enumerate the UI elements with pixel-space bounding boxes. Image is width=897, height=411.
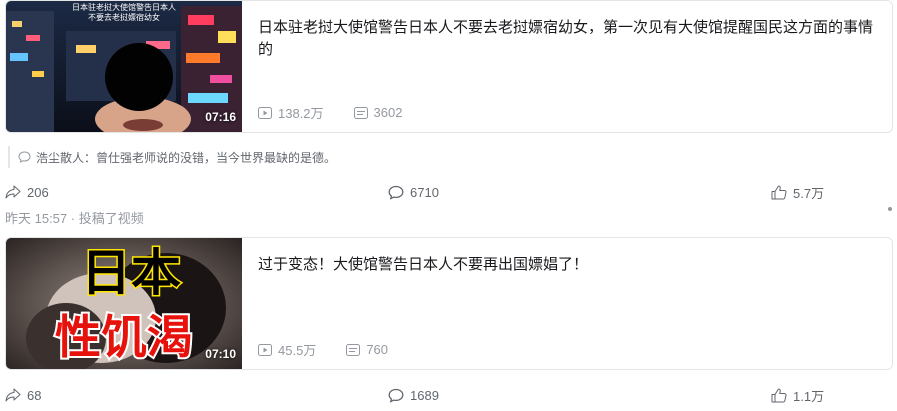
- video-stats: 138.2万 3602: [258, 103, 432, 122]
- thumbs-up-icon: [771, 388, 787, 402]
- post-action: 投稿了视频: [78, 211, 144, 226]
- video-thumbnail-1[interactable]: 日本驻老挝大使馆警告日本人 不要去老挝嫖宿幼女 07:16: [6, 1, 242, 132]
- danmaku-count-value: 760: [366, 342, 389, 357]
- forward-icon: [5, 388, 21, 402]
- comment-button[interactable]: 6710: [388, 182, 439, 202]
- play-count-icon: [258, 106, 272, 119]
- play-count-icon: [258, 343, 272, 356]
- like-count: 5.7万: [793, 185, 825, 201]
- video-duration: 07:16: [205, 110, 236, 124]
- danmaku-count: 3602: [353, 105, 403, 120]
- comment-author[interactable]: 浩尘散人：: [36, 149, 96, 166]
- danmaku-icon: [346, 343, 361, 356]
- thumbs-up-icon: [771, 185, 787, 199]
- video-thumbnail-2[interactable]: 日本 性饥渴 07:10: [6, 238, 242, 369]
- forward-icon: [5, 185, 21, 199]
- video-card-1[interactable]: 日本驻老挝大使馆警告日本人 不要去老挝嫖宿幼女 07:16 日本驻老挝大使馆警告…: [5, 0, 893, 133]
- more-dot[interactable]: [888, 207, 892, 211]
- thumb-overlay-text-1: 日本驻老挝大使馆警告日本人: [72, 2, 176, 12]
- thumb-big-text-2: 性饥渴: [55, 311, 193, 363]
- comment-button[interactable]: 1689: [388, 385, 439, 405]
- hot-comment[interactable]: 浩尘散人： 曾仕强老师说的没错，当今世界最缺的是德。: [8, 146, 888, 168]
- comment-icon: [388, 185, 404, 200]
- video-title[interactable]: 过于变态！大使馆警告日本人不要再出国嫖娼了！: [258, 254, 878, 276]
- thumb-overlay-text-2: 不要去老挝嫖宿幼女: [88, 12, 160, 22]
- comment-icon: [388, 388, 404, 403]
- comment-bubble-icon: [18, 151, 31, 163]
- like-button[interactable]: 5.7万: [771, 182, 824, 202]
- like-count: 1.1万: [793, 388, 825, 404]
- action-bar-1: 206 6710 5.7万: [5, 182, 893, 202]
- comment-count: 6710: [410, 184, 439, 200]
- video-duration: 07:10: [205, 347, 236, 361]
- video-title[interactable]: 日本驻老挝大使馆警告日本人不要去老挝嫖宿幼女，第一次见有大使馆提醒国民这方面的事…: [258, 17, 878, 61]
- forward-button[interactable]: 206: [5, 182, 49, 202]
- play-count: 45.5万: [258, 340, 316, 359]
- forward-button[interactable]: 68: [5, 385, 41, 405]
- post-meta: 昨天 15:57 · 投稿了视频: [5, 211, 144, 226]
- play-count-value: 138.2万: [278, 106, 324, 121]
- video-stats: 45.5万 760: [258, 340, 418, 359]
- comment-text: 曾仕强老师说的没错，当今世界最缺的是德。: [96, 150, 337, 165]
- play-count-value: 45.5万: [278, 343, 317, 358]
- comment-count: 1689: [410, 387, 439, 403]
- like-button[interactable]: 1.1万: [771, 385, 824, 405]
- danmaku-count-value: 3602: [373, 105, 403, 120]
- play-count: 138.2万: [258, 103, 324, 122]
- post-time: 昨天 15:57: [5, 211, 68, 226]
- danmaku-count: 760: [346, 342, 388, 357]
- forward-count: 206: [27, 184, 49, 200]
- danmaku-icon: [353, 106, 368, 119]
- action-bar-2: 68 1689 1.1万: [5, 385, 893, 405]
- forward-count: 68: [27, 387, 42, 403]
- thumb-big-text-1: 日本: [81, 245, 181, 301]
- video-card-2[interactable]: 日本 性饥渴 07:10 过于变态！大使馆警告日本人不要再出国嫖娼了！ 45.5…: [5, 237, 893, 370]
